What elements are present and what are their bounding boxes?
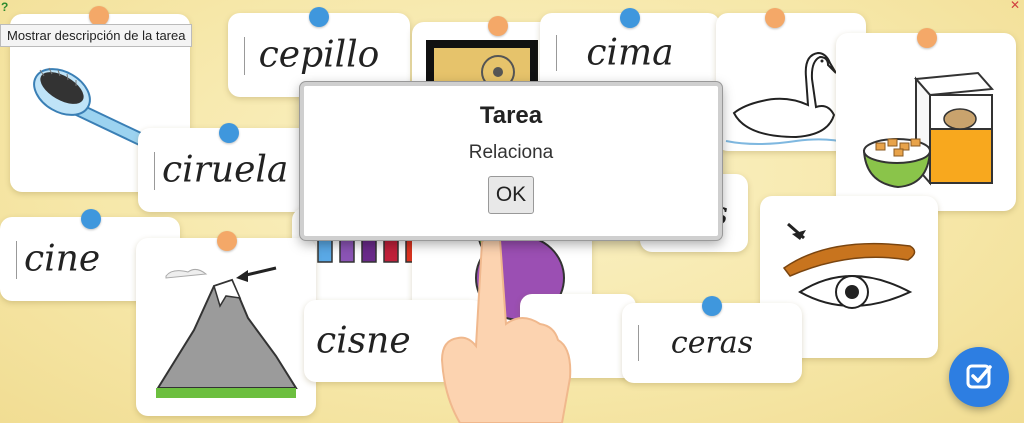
pin [217, 231, 237, 251]
pin [89, 6, 109, 26]
pin [81, 209, 101, 229]
check-square-icon [966, 364, 992, 389]
card-word-label: cima [586, 32, 674, 74]
ok-button[interactable]: OK [488, 176, 534, 214]
pointing-hand-icon [440, 234, 572, 423]
task-description-tooltip: Mostrar descripción de la tarea [0, 24, 193, 47]
pin [620, 8, 640, 28]
pin [219, 123, 239, 143]
close-icon[interactable]: ✕ [1010, 0, 1020, 12]
dialog-message: Relaciona [468, 142, 554, 163]
card-mountain-image[interactable] [136, 238, 316, 416]
card-word-label: ciruela [162, 149, 289, 191]
cereal-image [862, 71, 995, 189]
pin [488, 16, 508, 36]
card-cereal-image[interactable] [836, 33, 1016, 211]
help-icon[interactable]: ? [1, 0, 8, 14]
pin [309, 7, 329, 27]
pin [765, 8, 785, 28]
check-button[interactable] [949, 347, 1009, 407]
dialog-title: Tarea [479, 102, 543, 129]
card-word-label: ceras [670, 325, 754, 361]
pin [702, 296, 722, 316]
mountain-image [156, 258, 298, 398]
task-dialog: Tarea Relaciona OK [300, 82, 722, 240]
pin [917, 28, 937, 48]
card-word-label: cepillo [258, 34, 380, 76]
